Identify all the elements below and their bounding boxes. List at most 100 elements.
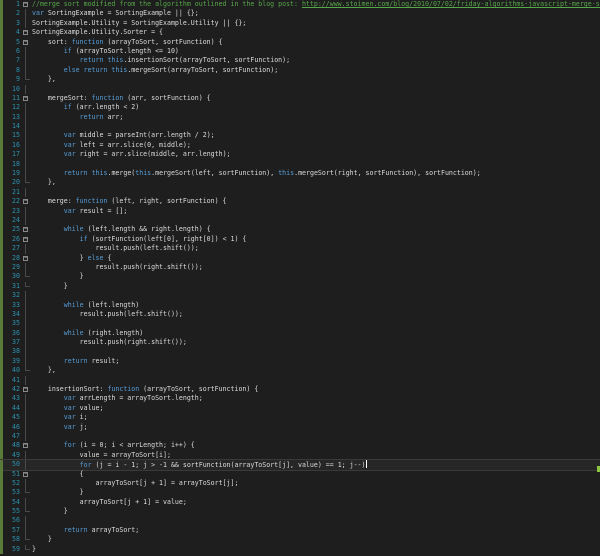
code-line[interactable]: 1 //merge sort modified from the algorith… xyxy=(0,0,600,10)
code-line[interactable]: 30 } xyxy=(0,272,600,282)
code-text[interactable]: } else { xyxy=(32,254,112,263)
code-line[interactable]: 51 { xyxy=(0,469,600,479)
code-text[interactable]: while (left.length && right.length) { xyxy=(32,225,211,234)
code-line[interactable]: 46 var j; xyxy=(0,422,600,432)
code-line[interactable]: 5 sort: function (arrayToSort, sortFunct… xyxy=(0,37,600,47)
code-text[interactable]: var j; xyxy=(32,423,88,432)
code-text[interactable]: return arrayToSort; xyxy=(32,526,139,535)
code-line[interactable]: 4 SortingExample.Utility.Sorter = { xyxy=(0,28,600,38)
collapse-icon[interactable] xyxy=(23,471,28,477)
code-text[interactable]: var left = arr.slice(0, middle); xyxy=(32,141,191,150)
code-editor[interactable]: 1 //merge sort modified from the algorith… xyxy=(0,0,600,556)
code-line[interactable]: 16 var left = arr.slice(0, middle); xyxy=(0,140,600,151)
code-line[interactable]: 29 result.push(right.shift()); xyxy=(0,262,600,273)
collapse-icon[interactable] xyxy=(23,95,28,101)
code-text[interactable]: var value; xyxy=(32,404,104,413)
code-line[interactable]: 11 mergeSort: function (arr, sortFunctio… xyxy=(0,93,600,104)
code-line[interactable]: 24 xyxy=(0,215,600,226)
code-text[interactable]: var arrLength = arrayToSort.length; xyxy=(32,394,203,403)
code-line[interactable]: 37 result.push(right.shift()); xyxy=(0,338,600,348)
code-text[interactable]: } xyxy=(32,282,68,291)
code-line[interactable]: 13 return arr; xyxy=(0,112,600,123)
code-text[interactable]: else return this.mergeSort(arrayToSort, … xyxy=(32,66,278,75)
code-text[interactable]: return arr; xyxy=(32,113,124,122)
code-line[interactable]: 59} xyxy=(0,544,600,555)
code-line[interactable]: 55 } xyxy=(0,507,600,517)
code-line[interactable]: 47 xyxy=(0,431,600,442)
code-line[interactable]: 40 }, xyxy=(0,366,600,376)
code-line[interactable]: 8 else return this.mergeSort(arrayToSort… xyxy=(0,65,600,76)
code-line[interactable]: 25 while (left.length && right.length) { xyxy=(0,225,600,235)
code-line[interactable]: 28 } else { xyxy=(0,253,600,263)
code-text[interactable]: } xyxy=(32,535,52,544)
code-text[interactable]: } xyxy=(32,488,84,497)
code-text[interactable]: return this.merge(this.mergeSort(left, s… xyxy=(32,169,481,178)
code-line[interactable]: 2 var SortingExample = SortingExample || … xyxy=(0,9,600,19)
collapse-icon[interactable] xyxy=(23,2,28,7)
code-text[interactable]: var i; xyxy=(32,413,88,422)
code-text[interactable]: SortingExample.Utility.Sorter = { xyxy=(32,28,163,37)
collapse-icon[interactable] xyxy=(23,443,28,449)
code-text[interactable]: } xyxy=(32,272,84,281)
code-text[interactable]: merge: function (left, right, sortFuncti… xyxy=(32,197,227,206)
code-line[interactable]: 34 result.push(left.shift()); xyxy=(0,309,600,320)
code-text[interactable]: { xyxy=(32,470,84,479)
code-text[interactable]: for (i = 0; i < arrLength; i++) { xyxy=(32,441,195,450)
code-text[interactable]: }, xyxy=(32,75,56,84)
code-line[interactable]: 32 xyxy=(0,291,600,301)
code-line[interactable]: 23 var result = []; xyxy=(0,206,600,216)
code-line[interactable]: 53 } xyxy=(0,488,600,498)
code-line[interactable]: 15 var middle = parseInt(arr.length / 2)… xyxy=(0,131,600,141)
code-text[interactable]: } xyxy=(32,507,68,516)
code-line[interactable]: 33 while (left.length) xyxy=(0,300,600,310)
code-text[interactable]: SortingExample.Utility = SortingExample.… xyxy=(32,19,246,28)
code-line[interactable]: 10 xyxy=(0,84,600,94)
code-line[interactable]: 57 return arrayToSort; xyxy=(0,525,600,536)
collapse-icon[interactable] xyxy=(23,236,28,242)
code-text[interactable]: result.push(right.shift()); xyxy=(32,338,187,347)
code-text[interactable]: return result; xyxy=(32,357,120,366)
code-text[interactable]: if (sortFunction(left[0], right[0]) < 1)… xyxy=(32,235,247,244)
code-line[interactable]: 56 xyxy=(0,516,600,526)
code-line[interactable]: 9 }, xyxy=(0,75,600,85)
code-text[interactable]: if (arrayToSort.length <= 10) xyxy=(32,47,179,56)
code-line[interactable]: 42 insertionSort: function (arrayToSort,… xyxy=(0,385,600,395)
code-text[interactable]: //merge sort modified from the algorithm… xyxy=(32,0,600,9)
code-text[interactable]: return this.insertionSort(arrayToSort, s… xyxy=(32,56,290,65)
code-line[interactable]: 38 xyxy=(0,347,600,357)
code-line[interactable]: 35 xyxy=(0,319,600,329)
code-text[interactable]: result.push(left.shift()); xyxy=(32,310,183,319)
code-text[interactable]: if (arr.length < 2) xyxy=(32,103,139,112)
code-text[interactable]: }, xyxy=(32,178,56,187)
code-line[interactable]: 48 for (i = 0; i < arrLength; i++) { xyxy=(0,441,600,451)
code-line[interactable]: 20 }, xyxy=(0,178,600,188)
code-line[interactable]: 27 result.push(left.shift()); xyxy=(0,244,600,254)
code-text[interactable]: value = arrayToSort[i]; xyxy=(32,451,171,460)
code-text[interactable]: }, xyxy=(32,366,56,375)
code-line[interactable]: 14 xyxy=(0,122,600,132)
collapse-icon[interactable] xyxy=(23,387,28,393)
code-line[interactable]: 50 for (j = i - 1; j > -1 && sortFunctio… xyxy=(0,459,600,471)
code-text[interactable]: while (left.length) xyxy=(32,301,139,310)
code-text[interactable]: var right = arr.slice(middle, arr.length… xyxy=(32,150,231,159)
code-line[interactable]: 26 if (sortFunction(left[0], right[0]) <… xyxy=(0,234,600,245)
code-text[interactable]: arrayToSort[j + 1] = arrayToSort[j]; xyxy=(32,479,239,488)
code-line[interactable]: 21 xyxy=(0,187,600,198)
code-text[interactable]: var SortingExample = SortingExample || {… xyxy=(32,9,199,18)
code-line[interactable]: 45 var i; xyxy=(0,413,600,423)
code-text[interactable]: mergeSort: function (arr, sortFunction) … xyxy=(32,94,211,103)
code-line[interactable]: 22 merge: function (left, right, sortFun… xyxy=(0,197,600,207)
code-line[interactable]: 39 return result; xyxy=(0,356,600,367)
code-line[interactable]: 49 value = arrayToSort[i]; xyxy=(0,450,600,461)
code-text[interactable]: result.push(right.shift()); xyxy=(32,263,203,272)
collapse-icon[interactable] xyxy=(23,199,28,205)
code-line[interactable]: 58 } xyxy=(0,535,600,545)
code-line[interactable]: 18 xyxy=(0,159,600,170)
code-line[interactable]: 36 while (right.length) xyxy=(0,328,600,339)
code-line[interactable]: 6 if (arrayToSort.length <= 10) xyxy=(0,46,600,57)
code-line[interactable]: 54 arrayToSort[j + 1] = value; xyxy=(0,497,600,508)
collapse-icon[interactable] xyxy=(23,227,28,233)
code-line[interactable]: 52 arrayToSort[j + 1] = arrayToSort[j]; xyxy=(0,478,600,489)
code-line[interactable]: 19 return this.merge(this.mergeSort(left… xyxy=(0,169,600,179)
code-text[interactable]: var middle = parseInt(arr.length / 2); xyxy=(32,131,215,140)
